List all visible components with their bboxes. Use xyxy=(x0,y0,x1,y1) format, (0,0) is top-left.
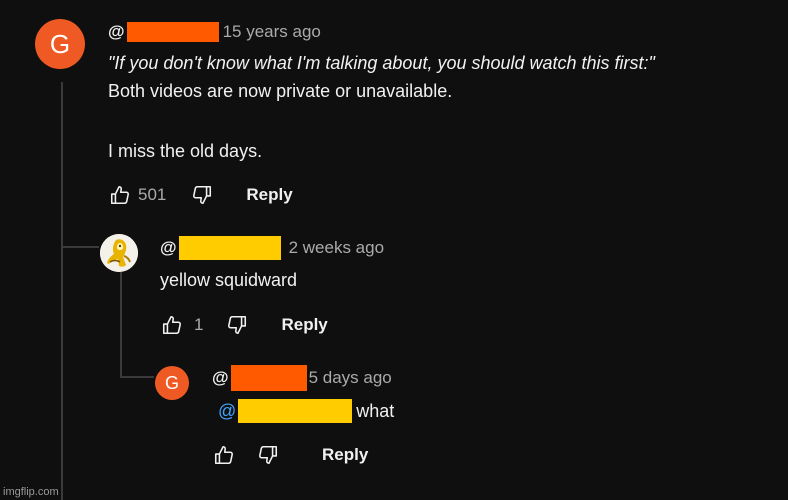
thumb-up-icon[interactable] xyxy=(212,443,236,467)
squidward-avatar-icon xyxy=(100,234,138,272)
avatar[interactable]: G xyxy=(35,19,85,69)
watermark: imgflip.com xyxy=(3,486,59,498)
comment-header: @ 15 years ago xyxy=(108,20,321,44)
like-count: 501 xyxy=(138,185,167,204)
reply-header: @ 2 weeks ago xyxy=(160,236,384,260)
thread-connector-reply1 xyxy=(61,246,99,248)
reply-timestamp[interactable]: 5 days ago xyxy=(309,368,392,388)
reply-button[interactable]: Reply xyxy=(246,185,292,205)
avatar[interactable]: G xyxy=(155,366,189,400)
comment-timestamp[interactable]: 15 years ago xyxy=(223,22,321,42)
avatar-letter: G xyxy=(164,372,179,393)
redacted-mention xyxy=(238,399,353,423)
comment-text-line-2: Both videos are now private or unavailab… xyxy=(108,81,453,101)
reply-text: yellow squidward xyxy=(160,270,298,290)
reply-button[interactable]: Reply xyxy=(281,315,327,335)
thread-line-reply1 xyxy=(120,272,122,378)
reply-actions: Reply xyxy=(212,442,368,468)
reply-button[interactable]: Reply xyxy=(322,445,368,465)
reply-text: @ what xyxy=(218,398,394,424)
redacted-username xyxy=(126,22,219,42)
thumb-down-icon[interactable] xyxy=(225,313,249,337)
redacted-username xyxy=(230,365,307,391)
comment-text-line-1: "If you don't know what I'm talking abou… xyxy=(108,53,655,73)
author-handle[interactable]: @ xyxy=(160,238,177,258)
thumb-down-icon[interactable] xyxy=(190,183,214,207)
thread-line-main xyxy=(61,82,63,500)
mention-link[interactable]: @ xyxy=(218,401,236,422)
author-handle[interactable]: @ xyxy=(108,22,125,42)
reply-actions: 1 Reply xyxy=(160,312,328,338)
reply-header: @ 5 days ago xyxy=(212,365,392,391)
thumb-up-icon[interactable] xyxy=(108,183,132,207)
thumb-up-icon[interactable] xyxy=(160,313,184,337)
reply-timestamp[interactable]: 2 weeks ago xyxy=(289,238,384,258)
redacted-username xyxy=(178,236,281,260)
avatar-letter: G xyxy=(49,28,71,59)
author-handle[interactable]: @ xyxy=(212,368,229,388)
avatar[interactable] xyxy=(100,234,138,272)
thumb-down-icon[interactable] xyxy=(256,443,280,467)
reply-text-after-mention: what xyxy=(356,400,395,421)
comment-actions: 501 Reply xyxy=(108,182,293,208)
like-count: 1 xyxy=(194,315,204,334)
comment-text-line-3: I miss the old days. xyxy=(108,141,263,161)
thread-connector-reply2 xyxy=(120,376,154,378)
